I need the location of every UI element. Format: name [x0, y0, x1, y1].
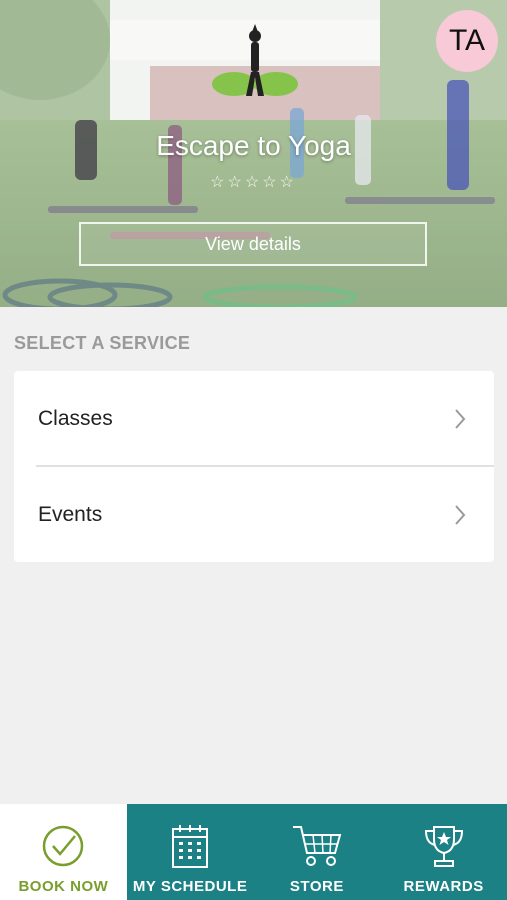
studio-logo-icon [212, 24, 298, 96]
tab-label: BOOK NOW [18, 878, 109, 895]
studio-name: Escape to Yoga [156, 130, 351, 161]
view-details-button[interactable]: View details [79, 222, 427, 266]
hero-banner: TA Escape to Yoga ☆☆☆☆☆ View details [0, 0, 507, 307]
tab-book-now[interactable]: BOOK NOW [0, 804, 127, 900]
profile-avatar[interactable]: TA [436, 10, 498, 72]
tab-label: MY SCHEDULE [132, 878, 248, 895]
check-circle-icon [43, 825, 84, 867]
service-item-label: Classes [38, 406, 113, 430]
tab-label: STORE [289, 878, 344, 895]
service-item-classes[interactable]: Classes [14, 371, 494, 466]
bottom-tab-bar: BOOK NOW MY SCHEDULE STORE REWARDS [0, 804, 507, 900]
tab-label: REWARDS [403, 878, 484, 895]
service-item-events[interactable]: Events [14, 467, 494, 562]
tab-rewards[interactable]: REWARDS [380, 804, 507, 900]
trophy-icon [424, 826, 463, 867]
rating-stars: ☆☆☆☆☆ [210, 174, 297, 191]
calendar-icon [172, 825, 209, 868]
chevron-right-icon [455, 409, 466, 429]
tab-my-schedule[interactable]: MY SCHEDULE [127, 804, 254, 900]
service-item-label: Events [38, 502, 103, 526]
select-service-heading: SELECT A SERVICE [14, 333, 191, 353]
service-list: Classes Events [14, 371, 494, 562]
chevron-right-icon [455, 505, 466, 525]
tab-store[interactable]: STORE [254, 804, 381, 900]
cart-icon [292, 826, 342, 866]
